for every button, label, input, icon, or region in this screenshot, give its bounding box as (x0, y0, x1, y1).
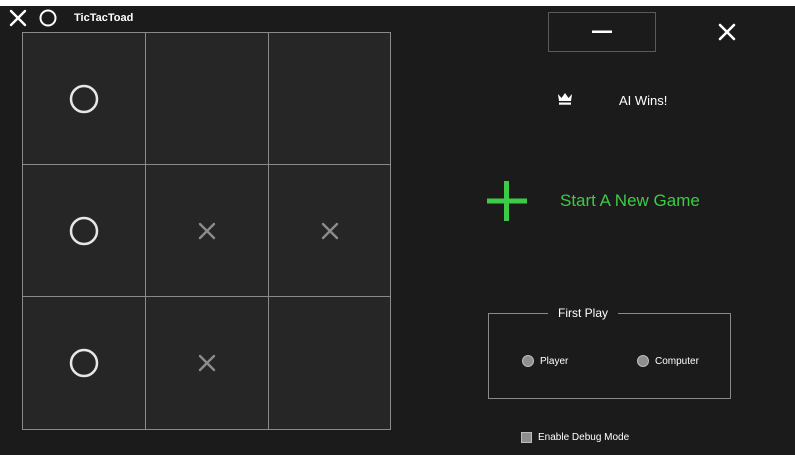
app-title: TicTacToad (74, 12, 134, 24)
app-o-icon (39, 9, 57, 27)
new-game-label: Start A New Game (560, 191, 700, 210)
o-mark (69, 348, 99, 378)
app-x-icon (9, 9, 27, 27)
app-logo (9, 9, 63, 27)
o-mark (69, 216, 99, 245)
x-mark (198, 222, 216, 239)
radio-dot-player[interactable] (522, 355, 534, 367)
board-cell[interactable] (146, 297, 269, 429)
crown-icon (558, 93, 572, 105)
new-game-button[interactable]: Start A New Game (486, 180, 700, 222)
game-status: AI Wins! (619, 93, 668, 108)
radio-label-player: Player (540, 355, 569, 367)
x-mark (321, 222, 338, 239)
radio-computer[interactable]: Computer (637, 355, 699, 367)
title-bar-strip (0, 0, 795, 6)
first-play-legend: First Play (548, 306, 619, 320)
o-mark (69, 84, 99, 113)
board-cell[interactable] (269, 297, 390, 429)
debug-mode-option[interactable]: Enable Debug Mode (521, 432, 629, 443)
board-cell[interactable] (269, 165, 390, 297)
close-button[interactable] (716, 21, 738, 43)
radio-player[interactable]: Player (522, 355, 568, 367)
radio-dot-computer[interactable] (637, 355, 649, 367)
board-cell[interactable] (269, 33, 390, 165)
minimize-icon (592, 30, 612, 33)
debug-mode-label: Enable Debug Mode (538, 432, 630, 443)
board-cell[interactable] (23, 33, 146, 165)
minimize-button[interactable] (548, 12, 656, 52)
radio-label-computer: Computer (655, 355, 699, 367)
debug-mode-checkbox[interactable] (521, 432, 532, 443)
board-cell[interactable] (23, 297, 146, 429)
board-cell[interactable] (146, 165, 269, 297)
plus-icon (487, 181, 527, 221)
x-mark (198, 354, 216, 372)
board-cell[interactable] (23, 165, 146, 297)
first-play-group: First Play Player Computer (488, 306, 731, 399)
board-cell[interactable] (146, 33, 269, 165)
close-icon (718, 23, 736, 41)
game-board (22, 32, 391, 430)
